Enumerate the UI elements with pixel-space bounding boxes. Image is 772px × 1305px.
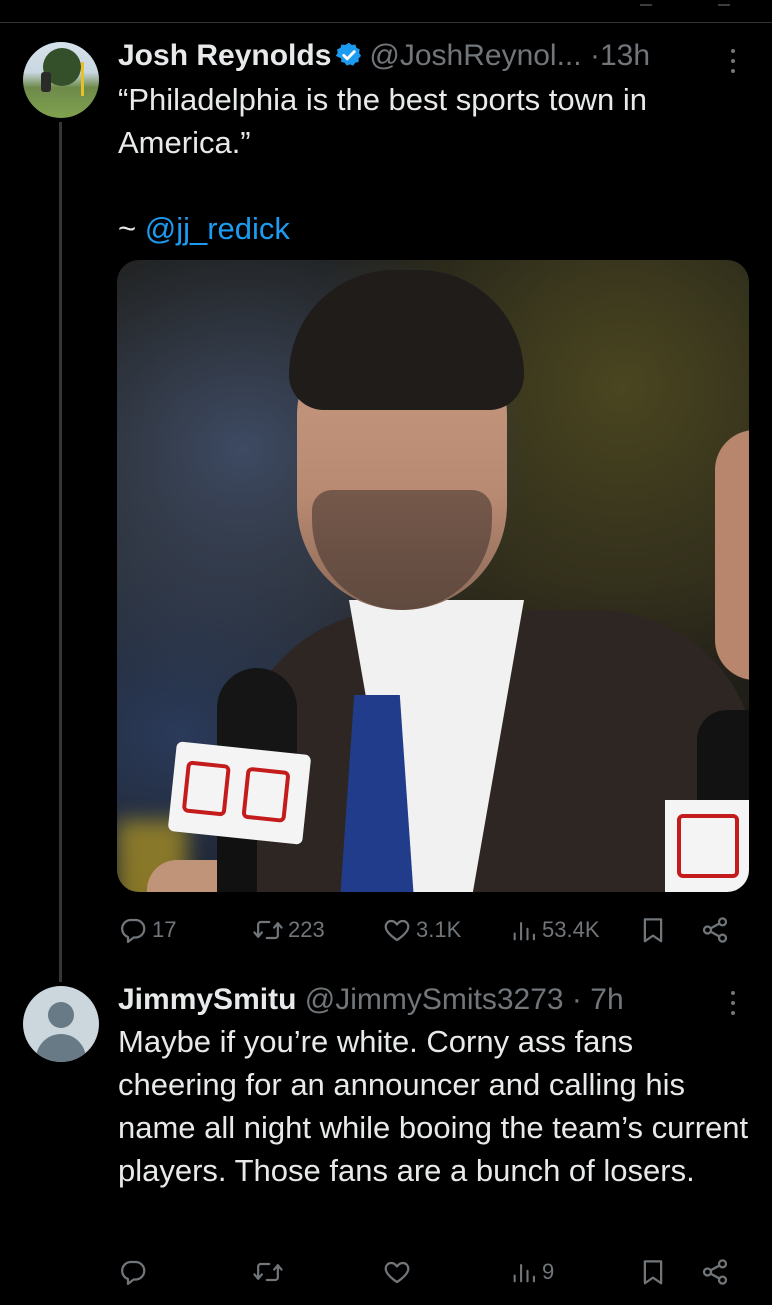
retweet-button[interactable]: 223: [252, 910, 325, 950]
tweet-timestamp[interactable]: 13h: [600, 39, 650, 72]
bookmark-icon: [643, 918, 663, 943]
avatar-photo-flag: [81, 62, 84, 96]
avatar[interactable]: [23, 42, 99, 118]
retweet-count: 223: [288, 917, 325, 942]
separator-dot: ·: [589, 39, 600, 72]
status-bar-remnant: [640, 0, 652, 6]
view-count: 9: [542, 1259, 555, 1284]
status-bar-remnant: [718, 0, 730, 6]
share-button[interactable]: [700, 1252, 730, 1292]
like-icon: [384, 919, 410, 942]
photo-beard: [312, 490, 492, 610]
views-button[interactable]: 9: [510, 1252, 554, 1292]
reply-button[interactable]: 17: [118, 910, 176, 950]
like-button[interactable]: [382, 1252, 412, 1292]
author-handle[interactable]: @JoshReynol...: [369, 39, 581, 72]
bookmark-icon: [643, 1260, 663, 1285]
attribution-prefix: ~: [118, 211, 137, 246]
author-name[interactable]: Josh Reynolds: [118, 39, 331, 72]
views-icon: [513, 1263, 535, 1283]
retweet-icon: [253, 1262, 283, 1282]
avatar-photo-person: [41, 72, 51, 92]
like-count: 3.1K: [416, 917, 462, 942]
reply-author-handle[interactable]: @JimmySmits3273: [305, 983, 564, 1016]
verified-icon: [335, 40, 363, 80]
photo-second-person: [715, 430, 749, 680]
view-count: 53.4K: [542, 917, 600, 942]
reply-timestamp[interactable]: 7h: [590, 983, 623, 1016]
photo-microphone-flag: [167, 741, 312, 845]
tweet-header: Josh Reynolds @JoshReynol... ·13h: [118, 36, 650, 80]
share-icon: [702, 1259, 728, 1285]
thread-connector-line: [59, 122, 62, 982]
photo-second-microphone: [697, 710, 749, 810]
photo-hair: [289, 270, 524, 410]
default-avatar-body: [36, 1034, 86, 1062]
tweet-actions: 17 223 3.1K 53.4K: [118, 910, 742, 950]
separator-dot: ·: [571, 983, 582, 1016]
photo-second-microphone-flag: [665, 800, 749, 892]
retweet-button[interactable]: [252, 1252, 284, 1292]
reply-header: JimmySmitu @JimmySmits3273 · 7h: [118, 980, 624, 1020]
views-icon: [513, 921, 535, 941]
retweet-icon: [253, 920, 283, 940]
reply-avatar[interactable]: [23, 986, 99, 1062]
share-icon: [702, 917, 728, 943]
reply-actions: 9: [118, 1252, 742, 1292]
bookmark-button[interactable]: [638, 910, 668, 950]
more-options-icon[interactable]: [718, 988, 748, 1018]
reply-author-name[interactable]: JimmySmitu: [118, 983, 296, 1016]
views-button[interactable]: 53.4K: [510, 910, 600, 950]
mention-link[interactable]: @jj_redick: [145, 211, 290, 246]
default-avatar-head: [48, 1002, 74, 1028]
reply-icon: [121, 1260, 146, 1285]
tweet-image[interactable]: [117, 260, 749, 892]
share-button[interactable]: [700, 910, 730, 950]
more-options-icon[interactable]: [718, 46, 748, 76]
like-icon: [384, 1261, 410, 1284]
attribution-line: ~ @jj_redick: [118, 207, 290, 250]
tweet-text: “Philadelphia is the best sports town in…: [118, 82, 648, 160]
like-button[interactable]: 3.1K: [382, 910, 461, 950]
reply-text: Maybe if you’re white. Corny ass fans ch…: [118, 1024, 749, 1188]
divider: [0, 22, 772, 23]
reply-count: 17: [152, 917, 177, 942]
bookmark-button[interactable]: [638, 1252, 668, 1292]
reply-button[interactable]: [118, 1252, 148, 1292]
reply-icon: [121, 918, 146, 943]
